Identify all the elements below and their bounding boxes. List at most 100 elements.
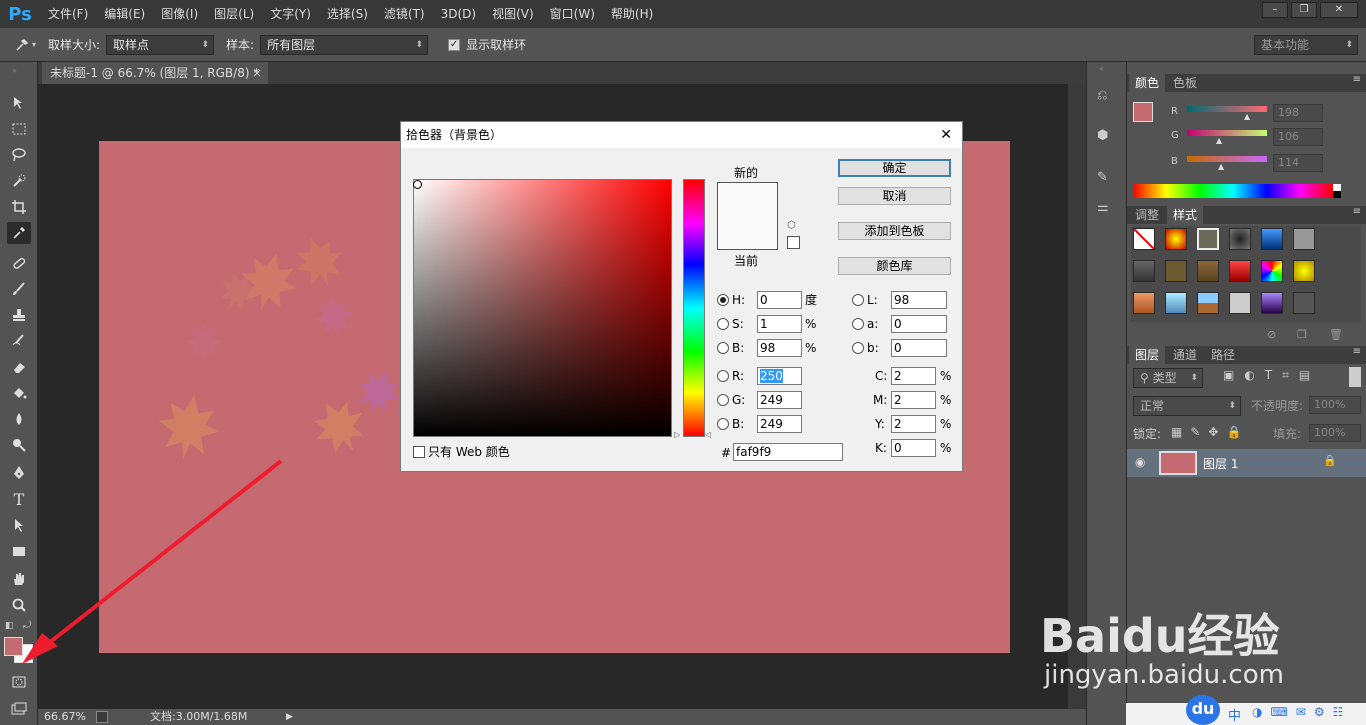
g-slider-thumb-icon[interactable]: ▲ <box>1216 136 1222 145</box>
g-slider-track[interactable] <box>1187 130 1267 136</box>
delete-style-icon[interactable]: 🗑 <box>1329 328 1343 341</box>
style-swatch[interactable] <box>1293 260 1315 282</box>
l-radio[interactable] <box>852 294 864 306</box>
m-field[interactable]: 2 <box>891 391 936 409</box>
zoom-level[interactable]: 66.67% <box>44 709 86 725</box>
hue-slider-right-arrow-icon[interactable]: ◁ <box>705 430 711 439</box>
style-swatch[interactable] <box>1197 228 1219 250</box>
style-swatch[interactable] <box>1261 292 1283 314</box>
a-field[interactable]: 0 <box>891 315 947 333</box>
color-spectrum-bar[interactable] <box>1133 184 1333 198</box>
eyedropper-icon[interactable]: ▾ <box>8 37 42 53</box>
g-radio[interactable] <box>717 394 729 406</box>
workspace-select[interactable]: 基本功能 ⬍ <box>1254 35 1358 55</box>
path-select-tool-icon[interactable] <box>7 514 31 536</box>
menu-file[interactable]: 文件(F) <box>40 0 96 28</box>
l-field[interactable]: 98 <box>891 291 947 309</box>
healing-brush-tool-icon[interactable] <box>7 252 31 274</box>
crop-tool-icon[interactable] <box>7 196 31 218</box>
hand-tool-icon[interactable] <box>7 568 31 590</box>
show-ring-checkbox[interactable]: ✓ <box>448 38 461 51</box>
menu-help[interactable]: 帮助(H) <box>603 0 661 28</box>
menu-filter[interactable]: 滤镜(T) <box>376 0 433 28</box>
3d-panel-icon[interactable]: ⬢ <box>1097 128 1117 146</box>
move-tool-icon[interactable] <box>7 92 31 114</box>
h-radio[interactable] <box>717 294 729 306</box>
r-radio[interactable] <box>717 370 729 382</box>
tab-swatches[interactable]: 色板 <box>1167 74 1203 92</box>
style-swatch[interactable] <box>1261 228 1283 250</box>
style-swatch[interactable] <box>1293 292 1315 314</box>
lasso-tool-icon[interactable] <box>7 144 31 166</box>
hex-field[interactable]: faf9f9 <box>733 443 843 461</box>
menu-layer[interactable]: 图层(L) <box>206 0 262 28</box>
sample-select[interactable]: 所有图层 ⬍ <box>260 34 429 55</box>
g-field[interactable]: 249 <box>757 391 802 409</box>
brush-panel-icon[interactable]: ✎ <box>1097 170 1117 188</box>
swap-colors-icon[interactable]: ⤾ <box>23 620 31 631</box>
menu-3d[interactable]: 3D(D) <box>433 0 484 28</box>
fill-field[interactable]: 100% <box>1309 424 1361 442</box>
style-swatch[interactable] <box>1133 260 1155 282</box>
clone-stamp-tool-icon[interactable] <box>7 304 31 326</box>
ok-button[interactable]: 确定 <box>838 159 951 177</box>
style-swatch[interactable] <box>1133 292 1155 314</box>
sample-size-select[interactable]: 取样点 ⬍ <box>106 34 215 55</box>
saturation-brightness-field[interactable] <box>413 179 672 437</box>
filter-toggle[interactable] <box>1349 367 1361 387</box>
color-panel-foreground-swatch[interactable] <box>1133 102 1153 122</box>
screen-mode-icon[interactable] <box>7 698 31 720</box>
eye-icon[interactable]: ◉ <box>1135 455 1145 469</box>
c-field[interactable]: 2 <box>891 367 936 385</box>
add-to-swatches-button[interactable]: 添加到色板 <box>838 222 951 240</box>
foreground-color-swatch[interactable] <box>4 637 23 656</box>
share-icon[interactable] <box>96 711 108 723</box>
cancel-button[interactable]: 取消 <box>838 187 951 205</box>
r-field[interactable]: 250 <box>757 367 802 385</box>
spectrum-black-swatch[interactable] <box>1333 191 1341 198</box>
style-swatch[interactable] <box>1229 260 1251 282</box>
document-tab[interactable]: 未标题-1 @ 66.7% (图层 1, RGB/8) * × <box>42 62 268 84</box>
b-value-field[interactable]: 114 <box>1273 154 1323 172</box>
default-colors-icon[interactable]: ◧ <box>5 621 14 631</box>
style-none[interactable] <box>1133 228 1155 250</box>
blue-radio[interactable] <box>717 418 729 430</box>
type-tool-icon[interactable]: T <box>7 488 31 510</box>
lab-b-field[interactable]: 0 <box>891 339 947 357</box>
style-swatch[interactable] <box>1197 260 1219 282</box>
clear-style-icon[interactable]: ⊘ <box>1267 328 1276 341</box>
pen-tool-icon[interactable] <box>7 462 31 484</box>
history-brush-tool-icon[interactable] <box>7 330 31 352</box>
layer-name[interactable]: 图层 1 <box>1203 455 1238 472</box>
rectangle-tool-icon[interactable] <box>7 540 31 562</box>
tab-styles[interactable]: 样式 <box>1167 206 1204 224</box>
zoom-tool-icon[interactable] <box>7 594 31 616</box>
hue-slider-left-arrow-icon[interactable]: ▷ <box>674 430 680 439</box>
tab-adjustments[interactable]: 调整 <box>1129 206 1165 224</box>
menu-edit[interactable]: 编辑(E) <box>96 0 153 28</box>
blend-mode-select[interactable]: 正常 ⬍ <box>1133 396 1241 416</box>
style-swatch[interactable] <box>1165 260 1187 282</box>
menu-view[interactable]: 视图(V) <box>484 0 542 28</box>
b-slider-track[interactable] <box>1187 156 1267 162</box>
panel-menu-icon[interactable]: ≡ <box>1353 346 1361 357</box>
spectrum-white-swatch[interactable] <box>1333 184 1341 191</box>
s-radio[interactable] <box>717 318 729 330</box>
paint-bucket-tool-icon[interactable] <box>7 382 31 404</box>
color-field-cursor[interactable] <box>413 180 422 189</box>
properties-panel-icon[interactable]: ⚌ <box>1097 200 1117 218</box>
panel-menu-icon[interactable]: ≡ <box>1353 206 1361 217</box>
opacity-field[interactable]: 100% <box>1309 396 1361 414</box>
b-radio[interactable] <box>717 342 729 354</box>
lab-b-radio[interactable] <box>852 342 864 354</box>
menu-select[interactable]: 选择(S) <box>319 0 376 28</box>
history-panel-icon[interactable]: ⎌ <box>1097 88 1117 106</box>
blur-tool-icon[interactable] <box>7 408 31 430</box>
layer-row[interactable]: ◉ 图层 1 🔒 <box>1127 449 1366 477</box>
web-safe-swatch[interactable] <box>787 236 800 249</box>
b-slider-thumb-icon[interactable]: ▲ <box>1218 162 1224 171</box>
y-field[interactable]: 2 <box>891 415 936 433</box>
a-radio[interactable] <box>852 318 864 330</box>
menu-image[interactable]: 图像(I) <box>153 0 206 28</box>
menu-type[interactable]: 文字(Y) <box>262 0 319 28</box>
